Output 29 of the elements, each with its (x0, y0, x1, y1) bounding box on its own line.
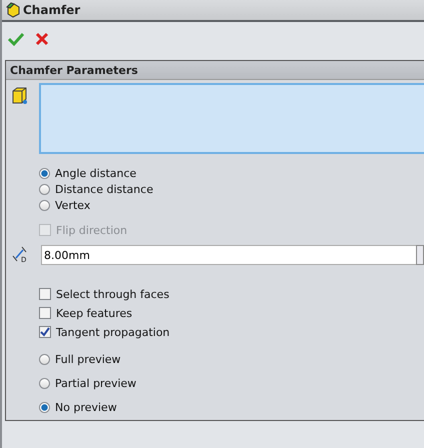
chamfer-cube-icon (5, 2, 21, 18)
selection-box[interactable] (39, 83, 424, 154)
radio-option[interactable]: Vertex (39, 198, 424, 212)
radio-option[interactable]: No preview (39, 400, 424, 414)
cube-icon (10, 86, 30, 106)
radio-button[interactable] (39, 354, 50, 364)
ok-button[interactable] (8, 31, 24, 47)
window-title: Chamfer (23, 3, 80, 17)
checkmark-icon (8, 31, 24, 47)
checkbox-option[interactable]: Keep features (39, 306, 424, 320)
radio-option[interactable]: Full preview (39, 352, 424, 366)
distance-field[interactable]: 8.00mm (41, 245, 416, 265)
radio-button[interactable] (39, 168, 50, 178)
checkbox-option[interactable]: Tangent propagation (39, 325, 424, 339)
checkbox[interactable] (39, 307, 51, 319)
radio-button[interactable] (39, 378, 50, 388)
radio-button[interactable] (39, 184, 50, 194)
radio-option[interactable]: Angle distance (39, 166, 424, 180)
checkbox-option[interactable]: Select through faces (39, 287, 424, 301)
radio-button[interactable] (39, 200, 50, 210)
panel-title: Chamfer Parameters (6, 61, 424, 80)
close-icon (34, 31, 50, 47)
checkbox[interactable] (39, 288, 51, 300)
radio-option[interactable]: Partial preview (39, 376, 424, 390)
radio-option[interactable]: Distance distance (39, 182, 424, 196)
spinner[interactable] (416, 245, 424, 265)
radio-button[interactable] (39, 402, 50, 412)
cancel-button[interactable] (34, 31, 50, 47)
checkbox[interactable] (39, 326, 51, 338)
